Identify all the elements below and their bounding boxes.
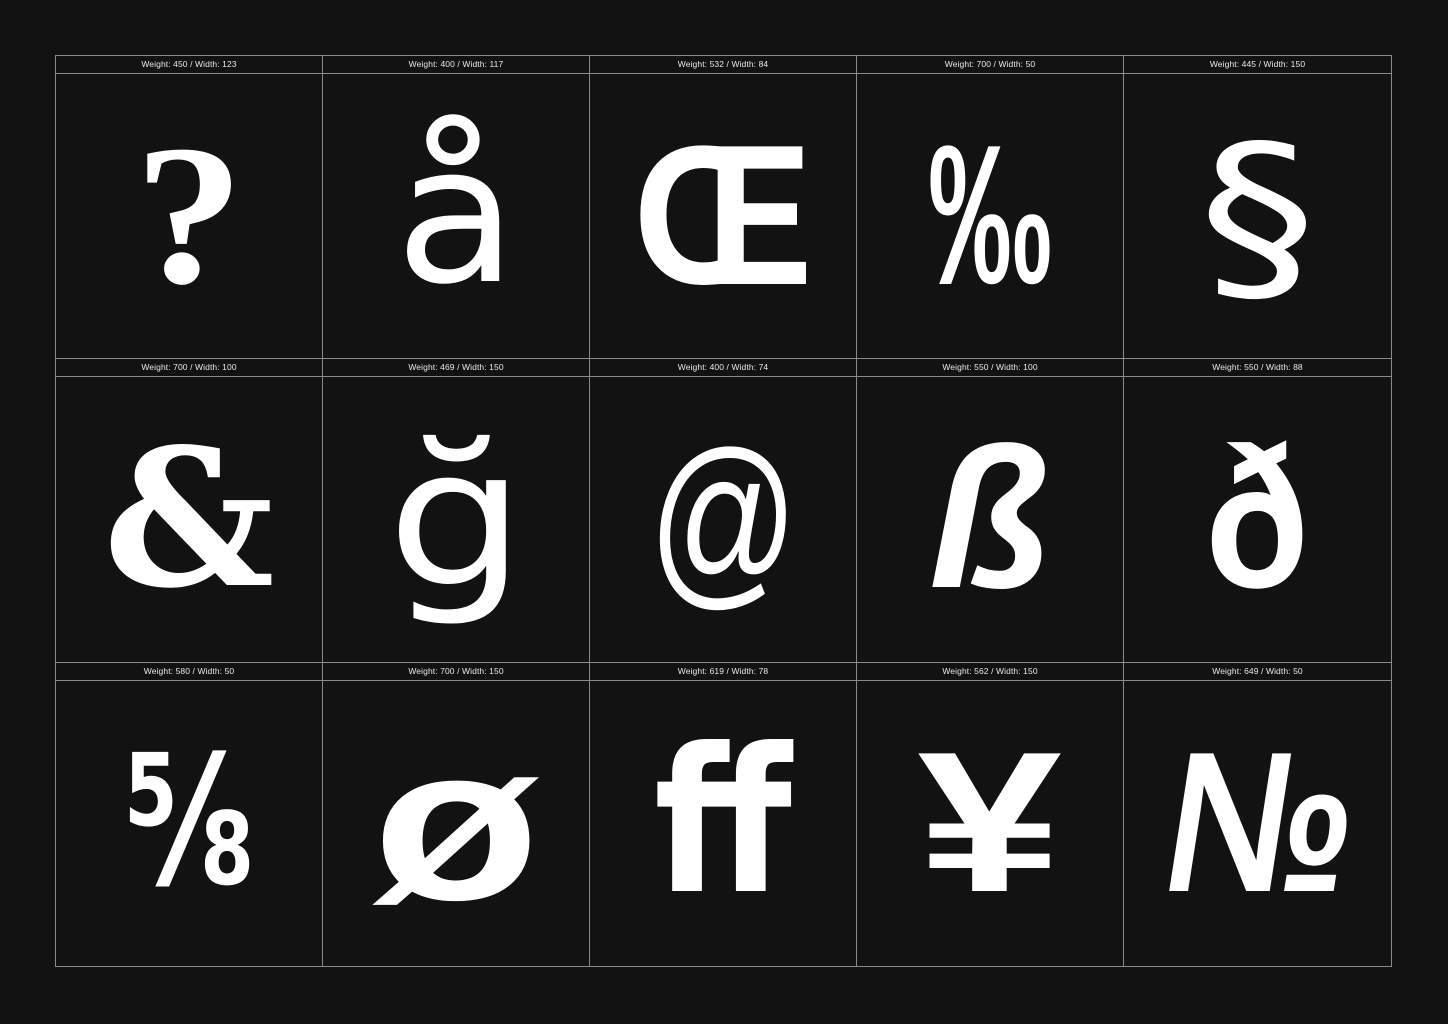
specimen-label: Weight: 400 / Width: 117 (323, 56, 589, 74)
specimen-label: Weight: 700 / Width: 150 (323, 663, 589, 681)
specimen-label: Weight: 649 / Width: 50 (1124, 663, 1391, 681)
specimen-cell: Weight: 445 / Width: 150 § (1124, 56, 1391, 360)
specimen-label: Weight: 469 / Width: 150 (323, 359, 589, 378)
specimen-glyph: ¥ (917, 711, 1063, 935)
specimen-glyph: ø (371, 700, 540, 947)
specimen-cell: Weight: 562 / Width: 150 ¥ (857, 662, 1124, 966)
specimen-glyph: Œ (633, 104, 813, 328)
specimen-glyph: @ (647, 413, 799, 626)
specimen-cell: Weight: 649 / Width: 50 № (1124, 663, 1391, 966)
specimen-label: Weight: 619 / Width: 78 (590, 663, 856, 681)
specimen-glyph: ﬀ (654, 706, 792, 940)
specimen-cell: Weight: 450 / Width: 123 ? (56, 56, 323, 360)
specimen-cell: Weight: 550 / Width: 100 ß (857, 359, 1124, 663)
specimen-cell: Weight: 532 / Width: 84 Œ (590, 56, 857, 360)
specimen-cell: Weight: 550 / Width: 88 ð (1124, 359, 1391, 663)
specimen-glyph: § (1198, 105, 1317, 327)
specimen-glyph: ð (1205, 407, 1310, 631)
specimen-label: Weight: 700 / Width: 50 (857, 56, 1123, 74)
specimen-cell: Weight: 580 / Width: 50 ⅝ (56, 662, 323, 966)
specimen-label: Weight: 580 / Width: 50 (56, 663, 322, 681)
specimen-cell: Weight: 700 / Width: 100 & (56, 359, 323, 663)
specimen-glyph: № (1165, 711, 1350, 935)
specimen-glyph: ß (928, 407, 1052, 631)
specimen-glyph: ğ (386, 408, 526, 630)
specimen-glyph: å (394, 105, 518, 327)
specimen-label: Weight: 400 / Width: 74 (590, 359, 856, 378)
specimen-label: Weight: 532 / Width: 84 (590, 56, 856, 74)
specimen-glyph: ‰ (928, 104, 1052, 328)
specimen-cell: Weight: 619 / Width: 78 ﬀ (590, 662, 857, 966)
specimen-glyph: ⅝ (123, 718, 255, 928)
specimen-cell: Weight: 700 / Width: 50 ‰ (857, 56, 1124, 360)
specimen-label: Weight: 445 / Width: 150 (1124, 56, 1391, 74)
specimen-sheet: Weight: 450 / Width: 123 ? Weight: 400 /… (55, 55, 1392, 967)
specimen-label: Weight: 550 / Width: 88 (1124, 359, 1391, 378)
specimen-glyph: & (103, 407, 275, 631)
specimen-glyph: ? (134, 105, 244, 327)
specimen-cell: Weight: 400 / Width: 74 @ (590, 359, 857, 663)
specimen-cell: Weight: 400 / Width: 117 å (323, 56, 590, 360)
specimen-label: Weight: 450 / Width: 123 (56, 56, 322, 74)
specimen-label: Weight: 550 / Width: 100 (857, 359, 1123, 378)
specimen-label: Weight: 700 / Width: 100 (56, 359, 322, 378)
specimen-label: Weight: 562 / Width: 150 (857, 663, 1123, 681)
specimen-cell: Weight: 700 / Width: 150 ø (323, 662, 590, 966)
specimen-cell: Weight: 469 / Width: 150 ğ (323, 359, 590, 663)
